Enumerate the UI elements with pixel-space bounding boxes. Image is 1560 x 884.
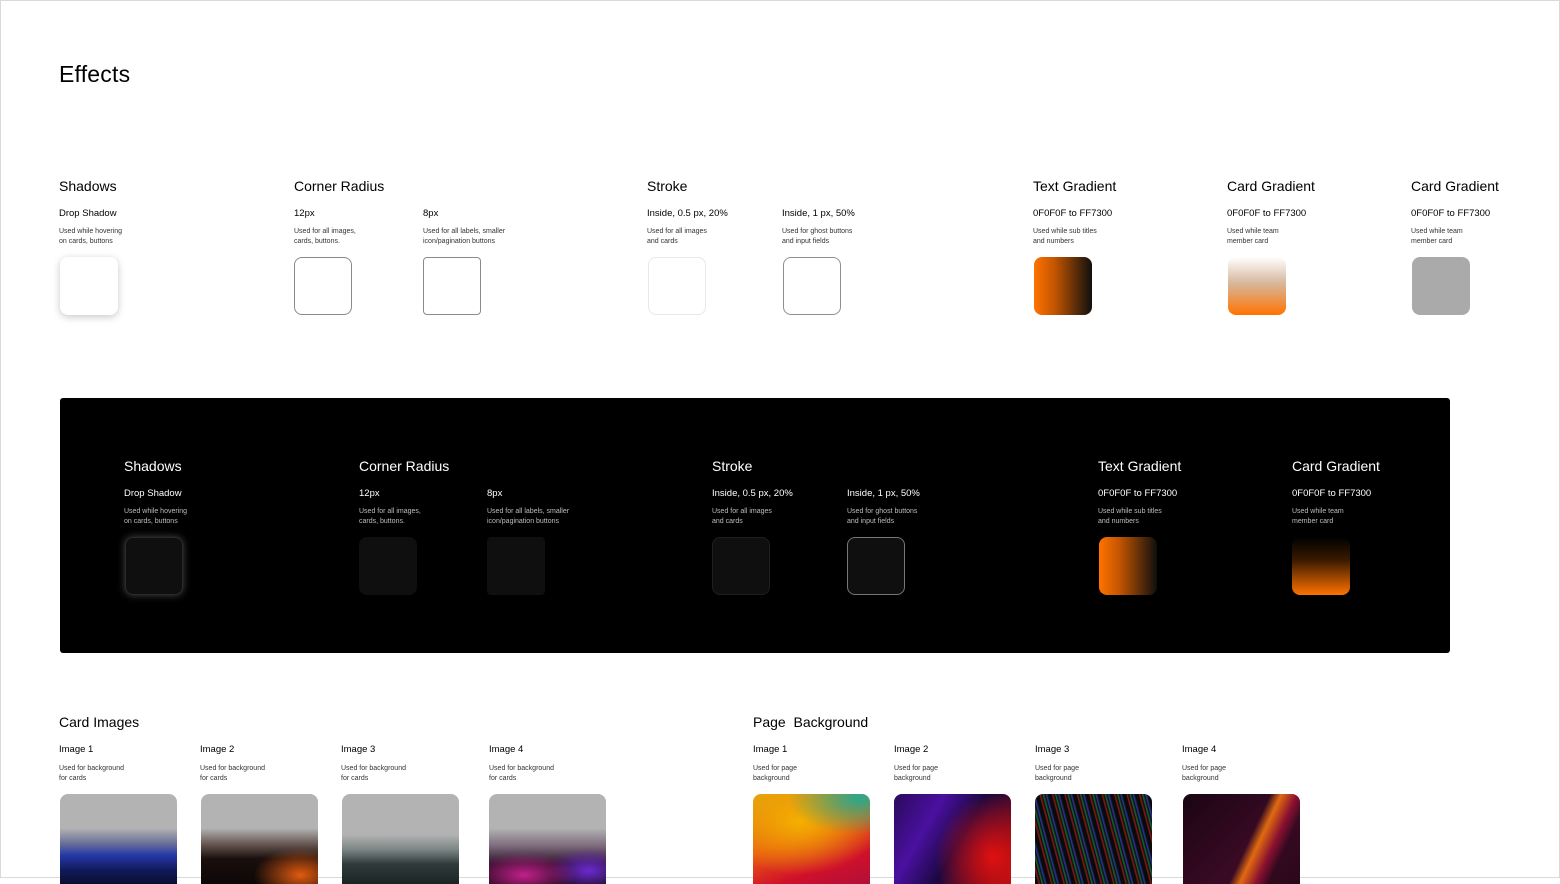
corner-8px-swatch (423, 257, 481, 315)
card-image-4 (489, 794, 606, 884)
card-gradient-desc: Used while team member card (1227, 228, 1279, 245)
dark-corner-8px-swatch (487, 537, 545, 595)
dark-stroke-1px-desc: Used for ghost buttons and input fields (847, 508, 918, 525)
text-gradient-sub: 0F0F0F to FF7300 (1033, 208, 1113, 219)
dark-corner-8px-sub: 8px (487, 488, 503, 499)
dark-stroke-thin-desc: Used for all images and cards (712, 508, 772, 525)
stroke-thin-desc: Used for all images and cards (647, 228, 707, 245)
dark-corner-12px-desc: Used for all images, cards, buttons. (359, 508, 421, 525)
shadows-heading: Shadows (59, 178, 117, 194)
card-image-4-label: Image 4 (489, 744, 524, 755)
page-bg-image-3 (1035, 794, 1152, 884)
page-title: Effects (59, 61, 131, 87)
dark-card-gradient-swatch (1292, 537, 1350, 595)
dark-stroke-1px-sub: Inside, 1 px, 50% (847, 488, 920, 499)
page-bg-3-desc: Used for page background (1035, 765, 1079, 782)
card-image-2 (201, 794, 318, 884)
card-gradient-sub: 0F0F0F to FF7300 (1227, 208, 1307, 219)
dark-card-gradient-desc: Used while team member card (1292, 508, 1344, 525)
page-background-heading: Page Background (753, 714, 869, 730)
card-image-4-desc: Used for background for cards (489, 765, 554, 782)
page-bg-1-label: Image 1 (753, 744, 788, 755)
shadows-sub: Drop Shadow (59, 208, 117, 219)
dark-drop-shadow-swatch (125, 537, 183, 595)
card-images-heading: Card Images (59, 714, 140, 730)
page-bg-image-2 (894, 794, 1011, 884)
dark-text-gradient-sub: 0F0F0F to FF7300 (1098, 488, 1178, 499)
corner-8px-sub: 8px (423, 208, 439, 219)
corner-12px-desc: Used for all images, cards, buttons. (294, 228, 356, 245)
text-gradient-heading: Text Gradient (1033, 178, 1117, 194)
corner-12px-swatch (294, 257, 352, 315)
card-gradient-2-sub: 0F0F0F to FF7300 (1411, 208, 1491, 219)
dark-stroke-heading: Stroke (712, 458, 753, 474)
card-image-3-label: Image 3 (341, 744, 376, 755)
shadows-desc: Used while hovering on cards, buttons (59, 228, 123, 245)
dark-stroke-thin-swatch (712, 537, 770, 595)
dark-corner-12px-sub: 12px (359, 488, 380, 499)
text-gradient-swatch (1034, 257, 1092, 315)
page-bg-4-label: Image 4 (1182, 744, 1217, 755)
dark-corner-radius-heading: Corner Radius (359, 458, 450, 474)
card-gradient-heading: Card Gradient (1227, 178, 1315, 194)
card-image-2-desc: Used for background for cards (200, 765, 265, 782)
stroke-thin-swatch (648, 257, 706, 315)
corner-8px-desc: Used for all labels, smaller icon/paginat… (423, 228, 506, 245)
dark-shadows-desc: Used while hovering on cards, buttons (124, 508, 188, 525)
stroke-1px-sub: Inside, 1 px, 50% (782, 208, 855, 219)
page-bg-3-label: Image 3 (1035, 744, 1070, 755)
card-image-2-label: Image 2 (200, 744, 235, 755)
card-image-3-desc: Used for background for cards (341, 765, 406, 782)
dark-text-gradient-swatch (1099, 537, 1157, 595)
card-gradient-2-desc: Used while team member card (1411, 228, 1463, 245)
text-gradient-desc: Used while sub titles and numbers (1033, 228, 1097, 245)
dark-shadows-heading: Shadows (124, 458, 182, 474)
card-gradient-swatch (1228, 257, 1286, 315)
dark-stroke-thin-sub: Inside, 0.5 px, 20% (712, 488, 793, 499)
card-image-1 (60, 794, 177, 884)
card-image-1-desc: Used for background for cards (59, 765, 124, 782)
card-gradient-2-swatch (1412, 257, 1470, 315)
dark-corner-12px-swatch (359, 537, 417, 595)
card-gradient-2-heading: Card Gradient (1411, 178, 1499, 194)
dark-card-gradient-heading: Card Gradient (1292, 458, 1380, 474)
dark-card-gradient-sub: 0F0F0F to FF7300 (1292, 488, 1372, 499)
page-bg-image-4 (1183, 794, 1300, 884)
stroke-1px-swatch (783, 257, 841, 315)
page-bg-1-desc: Used for page background (753, 765, 797, 782)
stroke-1px-desc: Used for ghost buttons and input fields (782, 228, 853, 245)
dark-stroke-1px-swatch (847, 537, 905, 595)
card-image-1-label: Image 1 (59, 744, 94, 755)
page-bg-image-1 (753, 794, 870, 884)
stroke-thin-sub: Inside, 0.5 px, 20% (647, 208, 728, 219)
page-bg-4-desc: Used for page background (1182, 765, 1226, 782)
page-bg-2-label: Image 2 (894, 744, 929, 755)
dark-text-gradient-desc: Used while sub titles and numbers (1098, 508, 1162, 525)
card-image-3 (342, 794, 459, 884)
dark-shadows-sub: Drop Shadow (124, 488, 182, 499)
corner-radius-heading: Corner Radius (294, 178, 385, 194)
corner-12px-sub: 12px (294, 208, 315, 219)
stroke-heading: Stroke (647, 178, 688, 194)
dark-text-gradient-heading: Text Gradient (1098, 458, 1182, 474)
drop-shadow-swatch (60, 257, 118, 315)
dark-corner-8px-desc: Used for all labels, smaller icon/paginat… (487, 508, 570, 525)
page-bg-2-desc: Used for page background (894, 765, 938, 782)
